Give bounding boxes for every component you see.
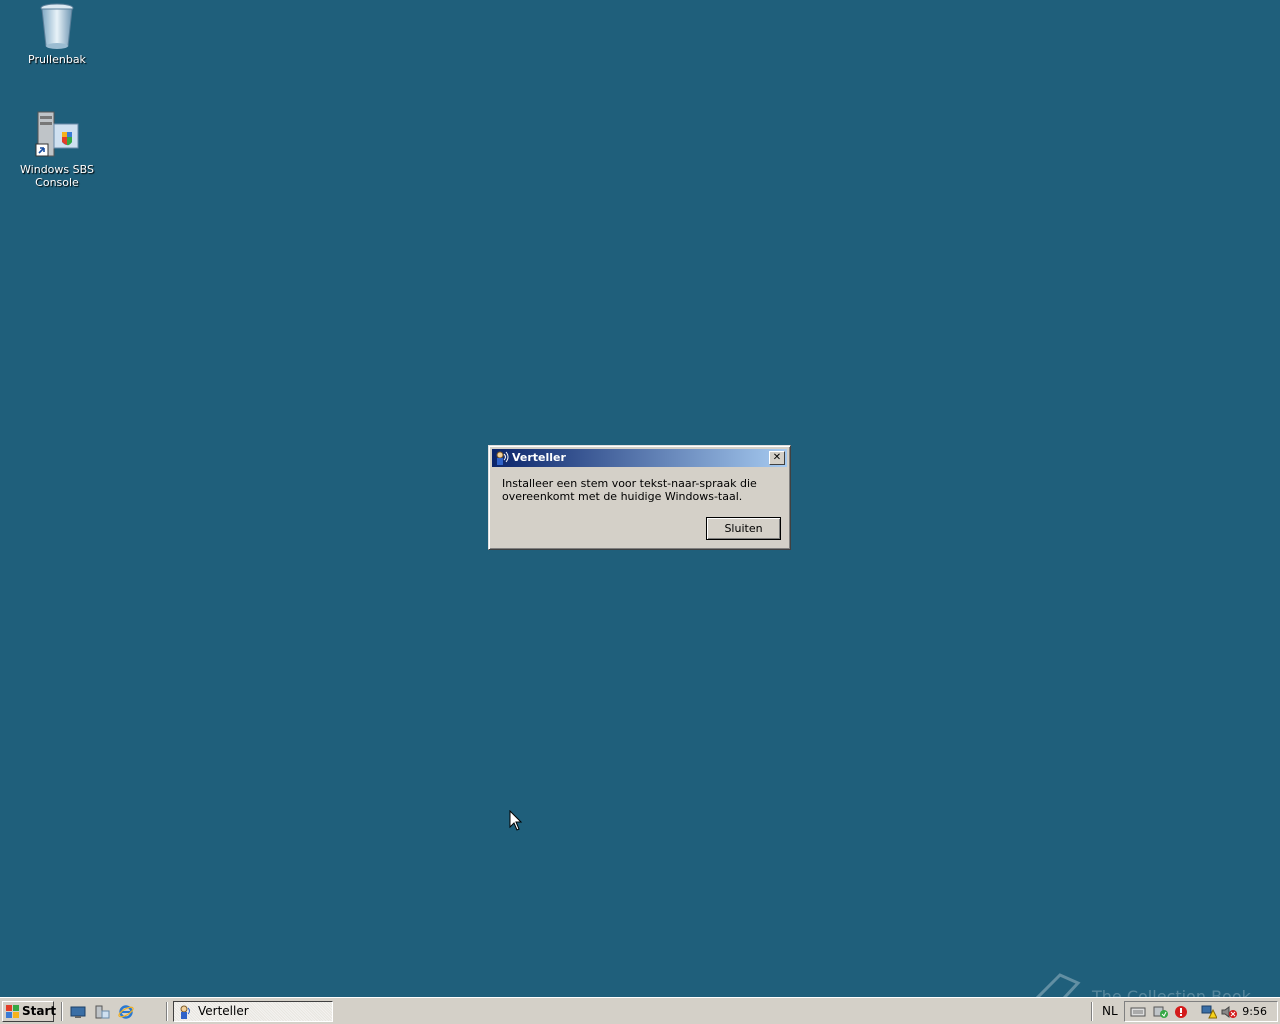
- desktop-icon-sbs-console[interactable]: Windows SBS Console: [0, 110, 114, 189]
- desktop: Prullenbak Windows SBS Console Verteller: [0, 0, 1280, 997]
- network-warning-icon[interactable]: [1201, 1005, 1217, 1019]
- close-button[interactable]: ✕: [769, 451, 785, 465]
- watermark-text: The Collection Book: [1092, 987, 1251, 997]
- taskbar-separator: [1091, 1002, 1093, 1021]
- recycle-bin-icon: [40, 3, 74, 49]
- narrator-icon: [496, 451, 509, 465]
- taskbar-separator: [166, 1002, 168, 1021]
- clock[interactable]: 9:56: [1242, 1005, 1267, 1018]
- system-tray: 9:56: [1124, 1001, 1278, 1022]
- dialog-titlebar[interactable]: Verteller ✕: [492, 449, 787, 467]
- narrator-icon: [180, 1005, 190, 1019]
- windows-logo-icon: [6, 1005, 19, 1018]
- desktop-icon-recycle-bin[interactable]: Prullenbak: [0, 2, 114, 66]
- taskbar-item-verteller[interactable]: Verteller: [173, 1001, 333, 1022]
- desktop-icon-label: Prullenbak: [28, 53, 86, 66]
- show-desktop-icon[interactable]: [70, 1004, 86, 1020]
- mouse-cursor-icon: [509, 810, 523, 831]
- start-label: Start: [22, 1004, 57, 1018]
- book-icon: [1035, 973, 1081, 997]
- internet-explorer-icon[interactable]: [118, 1004, 134, 1020]
- taskbar-separator: [61, 1002, 63, 1021]
- server-manager-icon[interactable]: [94, 1004, 110, 1020]
- server-console-icon: [35, 111, 79, 157]
- alert-icon[interactable]: [1173, 1005, 1189, 1019]
- keyboard-icon[interactable]: [1130, 1005, 1146, 1019]
- narrator-dialog: Verteller ✕ Installeer een stem voor tek…: [488, 445, 791, 550]
- close-dialog-button[interactable]: Sluiten: [706, 517, 781, 540]
- taskbar: Start Verteller NL 9:56: [0, 997, 1280, 1024]
- close-icon: ✕: [772, 452, 782, 463]
- language-indicator[interactable]: NL: [1102, 1004, 1118, 1018]
- dialog-message: Installeer een stem voor tekst-naar-spra…: [502, 477, 757, 503]
- taskbar-item-label: Verteller: [198, 1004, 249, 1018]
- desktop-icon-label: Windows SBS Console: [20, 163, 94, 189]
- start-button[interactable]: Start: [2, 1001, 57, 1022]
- watermark: The Collection Book: [1030, 973, 1280, 997]
- security-icon[interactable]: [1153, 1005, 1169, 1019]
- dialog-title: Verteller: [512, 451, 566, 464]
- volume-muted-icon[interactable]: [1221, 1005, 1237, 1019]
